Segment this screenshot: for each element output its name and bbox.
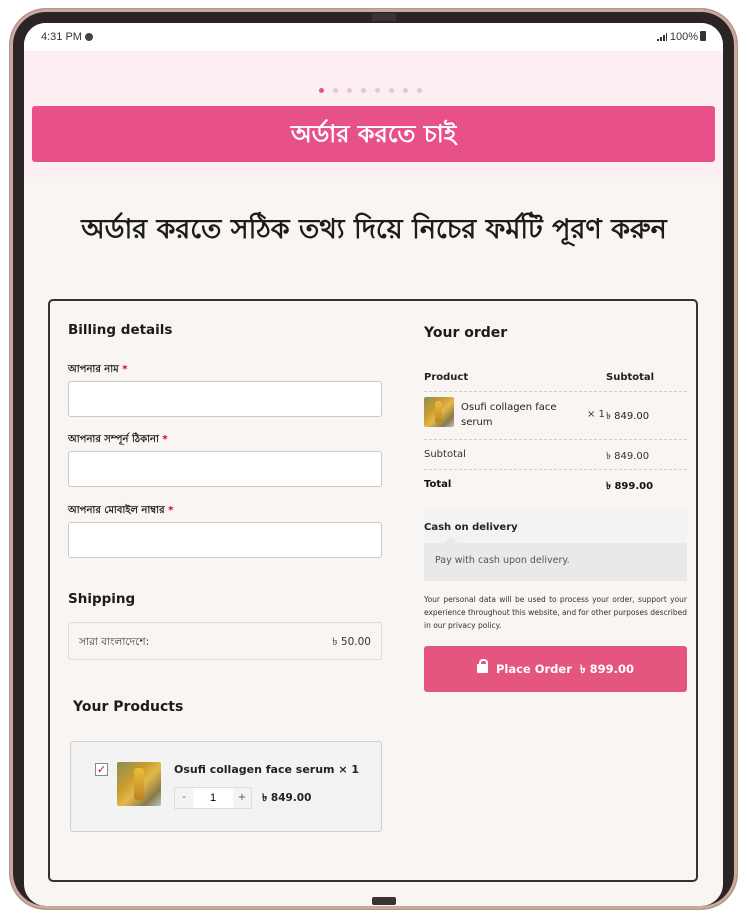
- place-order-button[interactable]: Place Order ৳ 899.00: [424, 646, 687, 692]
- battery-icon: [700, 31, 706, 41]
- carousel-dot[interactable]: [375, 88, 380, 93]
- subtotal-value: ৳ 849.00: [606, 451, 650, 462]
- carousel-dot[interactable]: [389, 88, 394, 93]
- order-item-name: Osufi collagen face serum: [461, 402, 557, 428]
- mobile-label: আপনার মোবাইল নাম্বার *: [68, 503, 173, 520]
- shipping-title: Shipping: [68, 591, 136, 607]
- quantity-input[interactable]: [193, 788, 233, 808]
- lock-icon: [476, 659, 488, 673]
- place-order-amount: ৳ 899.00: [579, 662, 635, 676]
- required-mark: *: [162, 434, 168, 445]
- mobile-label-text: আপনার মোবাইল নাম্বার: [68, 505, 165, 516]
- carousel-dot[interactable]: [361, 88, 366, 93]
- decrease-quantity-button[interactable]: -: [175, 788, 193, 808]
- product-qty-label: × 1: [338, 763, 360, 776]
- address-label-text: আপনার সম্পূর্ন ঠিকানা: [68, 434, 159, 445]
- quantity-stepper: - +: [174, 787, 252, 809]
- hinge-bottom: [372, 897, 396, 905]
- shipping-price: ৳ 50.00: [332, 636, 371, 648]
- shipping-label: সারা বাংলাদেশে:: [79, 636, 150, 648]
- notification-icon: [84, 33, 93, 41]
- status-bar: 4:31 PM 100%: [24, 23, 723, 51]
- status-right: 100%: [656, 31, 706, 43]
- address-label: আপনার সম্পূর্ন ঠিকানা *: [68, 432, 168, 449]
- status-time-text: 4:31 PM: [41, 31, 82, 43]
- divider: [424, 391, 687, 392]
- shipping-option[interactable]: সারা বাংলাদেশে: ৳ 50.00: [68, 622, 382, 660]
- payment-title: Cash on delivery: [424, 522, 518, 533]
- screen: 4:31 PM 100% অর্ডার করতে চাই অর্ডার করতে…: [24, 23, 723, 906]
- checkout-form: Billing details আপনার নাম * আপনার সম্পূর…: [48, 299, 698, 882]
- divider: [424, 469, 687, 470]
- order-now-button[interactable]: অর্ডার করতে চাই: [32, 106, 715, 162]
- required-mark: *: [122, 364, 128, 375]
- name-label-text: আপনার নাম: [68, 364, 119, 375]
- product-image: [117, 762, 161, 806]
- required-mark: *: [168, 505, 174, 516]
- subtotal-column-header: Subtotal: [606, 372, 655, 383]
- carousel-dot[interactable]: [333, 88, 338, 93]
- product-price: ৳ 849.00: [262, 792, 312, 804]
- status-time: 4:31 PM: [41, 31, 93, 43]
- name-input[interactable]: [68, 381, 382, 417]
- place-order-label: Place Order: [495, 662, 572, 676]
- hinge-top: [372, 13, 396, 21]
- products-title: Your Products: [73, 699, 184, 715]
- signal-icon: [656, 33, 667, 41]
- carousel-dot[interactable]: [319, 88, 324, 93]
- total-label: Total: [424, 479, 452, 490]
- carousel-dot[interactable]: [417, 88, 422, 93]
- product-column-header: Product: [424, 372, 469, 383]
- carousel-dot[interactable]: [403, 88, 408, 93]
- product-card: ✓ Osufi collagen face serum × 1 - + ৳ 84…: [70, 741, 382, 832]
- increase-quantity-button[interactable]: +: [233, 788, 251, 808]
- product-checkbox[interactable]: ✓: [95, 763, 108, 776]
- order-item-price: ৳ 849.00: [606, 411, 650, 422]
- carousel-dot[interactable]: [347, 88, 352, 93]
- device-frame: 4:31 PM 100% অর্ডার করতে চাই অর্ডার করতে…: [10, 9, 737, 909]
- carousel-dots[interactable]: [319, 78, 431, 97]
- divider: [424, 439, 687, 440]
- page-headline: অর্ডার করতে সঠিক তথ্য দিয়ে নিচের ফর্মটি…: [81, 214, 667, 245]
- payment-description: Pay with cash upon delivery.: [424, 536, 687, 581]
- address-input[interactable]: [68, 451, 382, 487]
- total-value: ৳ 899.00: [606, 481, 654, 492]
- order-item-qty: × 1: [587, 409, 605, 420]
- order-title: Your order: [424, 325, 508, 341]
- order-item-image: [424, 397, 454, 427]
- product-name-text: Osufi collagen face serum: [174, 763, 335, 776]
- name-label: আপনার নাম *: [68, 362, 127, 379]
- payment-method[interactable]: Cash on delivery Pay with cash upon deli…: [424, 509, 687, 581]
- product-name: Osufi collagen face serum × 1: [174, 763, 359, 776]
- billing-title: Billing details: [68, 322, 173, 338]
- banner-zone: অর্ডার করতে চাই: [24, 51, 723, 177]
- mobile-input[interactable]: [68, 522, 382, 558]
- privacy-notice: Your personal data will be used to proce…: [424, 595, 688, 630]
- battery-text: 100%: [669, 31, 698, 43]
- subtotal-label: Subtotal: [424, 449, 466, 460]
